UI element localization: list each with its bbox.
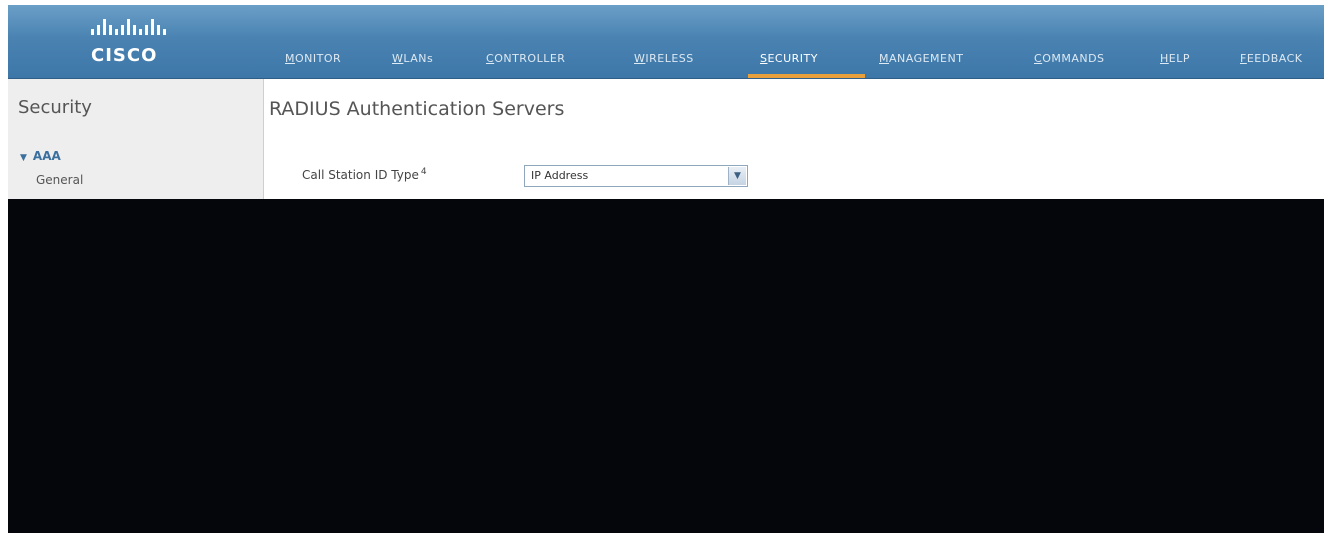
sidebar-item-general[interactable]: General (36, 173, 83, 187)
nav-management[interactable]: MANAGEMENT (879, 49, 963, 69)
nav-controller[interactable]: CONTROLLER (486, 49, 565, 69)
nav-help[interactable]: HELP (1160, 49, 1190, 69)
nav-wlans[interactable]: WLANs (392, 49, 433, 69)
call-station-id-type-text: Call Station ID Type (302, 168, 419, 182)
page-title: RADIUS Authentication Servers (269, 98, 565, 120)
call-station-id-type-select[interactable]: IP Address ▼ (524, 165, 748, 187)
footnote-marker: 4 (420, 167, 427, 177)
active-tab-indicator (748, 74, 865, 78)
sidebar-title: Security (18, 97, 92, 118)
chevron-down-icon[interactable]: ▼ (728, 167, 746, 185)
nav-wireless[interactable]: WIRELESS (634, 49, 694, 69)
nav-commands[interactable]: COMMANDS (1034, 49, 1105, 69)
sidebar-group-label: AAA (32, 149, 61, 163)
sidebar-group-aaa[interactable]: ▼ AAA (20, 149, 61, 163)
call-station-id-type-label: Call Station ID Type 4 (302, 167, 427, 182)
nav-security[interactable]: SECURITY (760, 49, 818, 69)
nav-feedback[interactable]: FEEDBACK (1240, 49, 1302, 69)
select-value: IP Address (531, 169, 589, 182)
main-nav: MONITOR WLANs CONTROLLER WIRELESS SECURI… (8, 5, 1324, 78)
app-window: CISCO MONITOR WLANs CONTROLLER WIRELESS … (8, 5, 1324, 533)
top-header: CISCO MONITOR WLANs CONTROLLER WIRELESS … (8, 5, 1324, 79)
nav-monitor[interactable]: MONITOR (285, 49, 341, 69)
expand-triangle-icon[interactable]: ▼ (20, 153, 27, 163)
redacted-area (8, 199, 1324, 533)
